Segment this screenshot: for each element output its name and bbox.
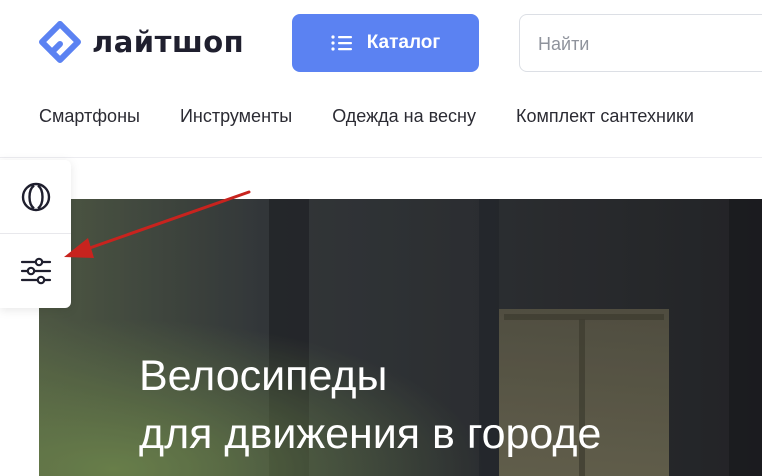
hero-title: Велосипеды для движения в городе: [139, 347, 601, 463]
page: лайтшоп Каталог Смартфоны Инструменты Од…: [0, 0, 762, 476]
search-input[interactable]: [538, 31, 758, 57]
compare-button[interactable]: [0, 160, 71, 233]
side-tools-panel: [0, 160, 71, 308]
nav-item-smartphones[interactable]: Смартфоны: [39, 106, 140, 132]
hero-banner[interactable]: Велосипеды для движения в городе: [39, 199, 762, 476]
nav-item-plumbing-kit[interactable]: Комплект сантехники: [516, 106, 694, 132]
category-nav: Смартфоны Инструменты Одежда на весну Ко…: [39, 106, 734, 132]
nav-item-spring-clothes[interactable]: Одежда на весну: [332, 106, 476, 132]
filter-sliders-icon: [20, 257, 51, 284]
logo-text: лайтшоп: [92, 25, 245, 59]
catalog-button[interactable]: Каталог: [292, 14, 479, 72]
hero-title-line2: для движения в городе: [139, 410, 602, 458]
header-divider: [0, 157, 762, 158]
filter-button[interactable]: [0, 234, 71, 307]
hero-title-line1: Велосипеды: [139, 352, 388, 400]
compare-circles-icon: [21, 182, 50, 211]
search-box[interactable]: [519, 14, 762, 72]
catalog-button-label: Каталог: [366, 32, 441, 53]
site-logo[interactable]: лайтшоп: [38, 20, 244, 64]
nav-item-tools[interactable]: Инструменты: [180, 106, 292, 132]
list-icon: [331, 35, 352, 51]
logo-mark-icon: [39, 21, 81, 63]
